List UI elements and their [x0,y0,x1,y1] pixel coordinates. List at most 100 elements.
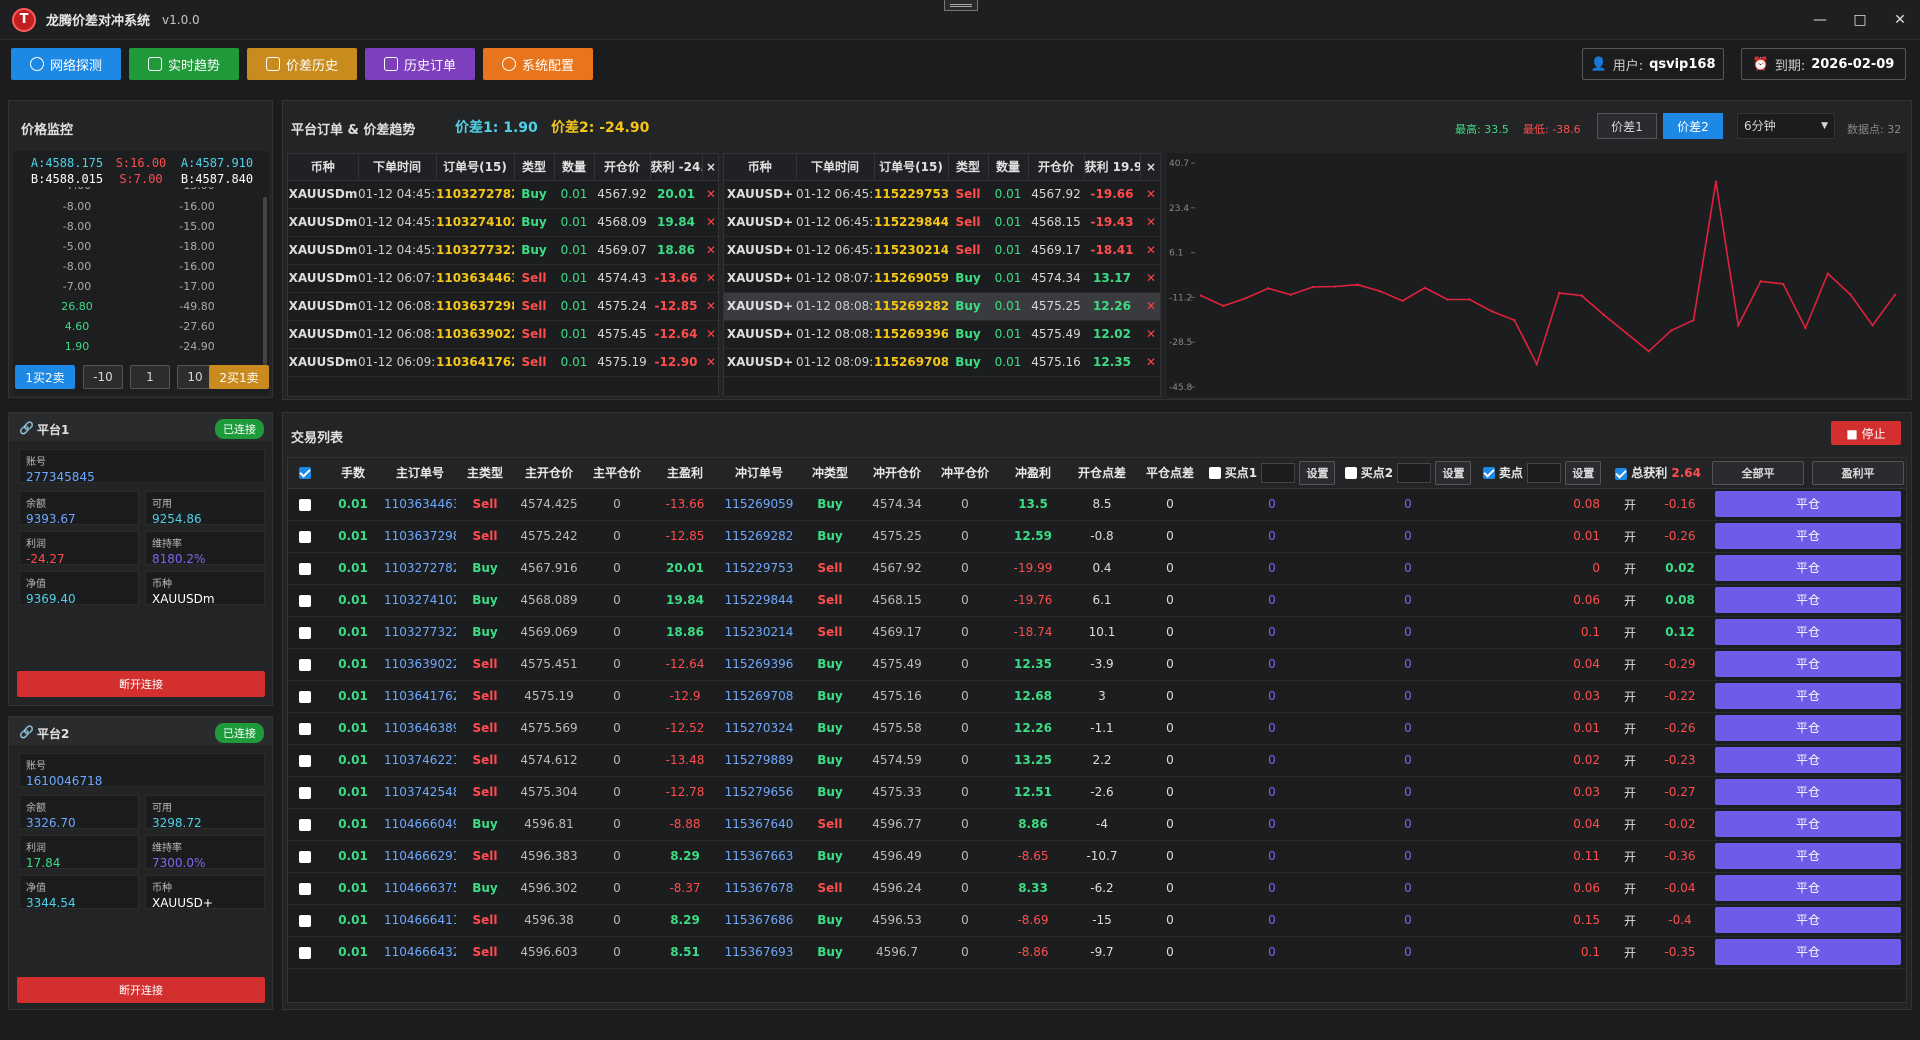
trade-row[interactable]: 0.01 1103646389 Sell 4575.569 0 -12.52 1152703… [288,712,1906,745]
column-header[interactable]: 下单时间 [796,154,875,181]
system-config-button[interactable]: 系统配置 [483,48,593,80]
trade-row[interactable]: 0.01 1103272782 Buy 4567.916 0 20.01 115229753… [288,552,1906,585]
order-history-button[interactable]: 历史订单 [365,48,475,80]
order-row[interactable]: XAUUSD+01-12 06:45:30115229844Sell0.0145… [724,208,1160,237]
trade-row[interactable]: 0.01 1104666411 Sell 4596.38 0 8.29 115367686 B… [288,904,1906,937]
plus-10-button[interactable]: 10 [177,365,213,389]
column-header[interactable]: 开仓价 [594,154,651,181]
buy2-input[interactable] [1397,463,1432,484]
trade-row[interactable]: 0.01 1103274102 Buy 4568.089 0 19.84 115229844… [288,584,1906,617]
row-checkbox[interactable] [299,818,311,831]
row-checkbox[interactable] [299,658,311,671]
close-position-button[interactable]: 平仓 [1715,683,1901,709]
close-order-icon[interactable]: ✕ [706,355,716,369]
trade-row[interactable]: 0.01 1103639022 Sell 4575.451 0 -12.64 1152693… [288,648,1906,681]
row-select[interactable] [288,680,322,713]
period-select[interactable]: 6分钟 ▼ [1737,113,1835,139]
row-checkbox[interactable] [299,626,311,639]
row-checkbox[interactable] [299,882,311,895]
close-profitable-button[interactable]: 盈利平 [1812,460,1904,485]
column-header[interactable]: 订单号(15) [436,154,515,181]
close-order-icon[interactable]: ✕ [706,243,716,257]
row-checkbox[interactable] [299,562,311,575]
close-position-button[interactable]: 平仓 [1715,875,1901,901]
close-order-icon[interactable]: ✕ [1146,299,1156,313]
order-row[interactable]: XAUUSDm01-12 06:08:331103639022Sell0.014… [288,320,718,349]
trade-row[interactable]: 0.01 1103277322 Buy 4569.069 0 18.86 115230214… [288,616,1906,649]
trade-row[interactable]: 0.01 1103742548 Sell 4575.304 0 -12.78 1152796… [288,776,1906,809]
trade-row[interactable]: 0.01 1103637298 Sell 4575.242 0 -12.85 1152692… [288,520,1906,553]
close-all-button[interactable]: 全部平 [1712,460,1804,485]
column-header[interactable]: 币种 [724,154,797,181]
column-header[interactable]: × [1140,154,1160,181]
row-select[interactable] [288,552,322,585]
row-select[interactable] [288,744,322,777]
close-order-icon[interactable]: ✕ [706,327,716,341]
lot-input[interactable]: 1 [130,365,170,389]
row-checkbox[interactable] [299,498,311,511]
close-button[interactable]: ✕ [1880,0,1920,40]
row-checkbox[interactable] [299,690,311,703]
drag-handle[interactable] [944,0,978,11]
order-row[interactable]: XAUUSDm01-12 04:45:111103272782Buy0.0145… [288,180,718,209]
column-header[interactable]: × [702,154,718,181]
order-row[interactable]: XAUUSD+01-12 08:07:42115269059Buy0.01457… [724,264,1160,293]
close-order-icon[interactable]: ✕ [1146,327,1156,341]
column-header[interactable]: 类型 [948,154,989,181]
column-header[interactable]: 数量 [554,154,595,181]
price-list-scrollbar[interactable] [263,197,267,365]
buy1-set-button[interactable]: 设置 [1299,460,1336,485]
row-select[interactable] [288,712,322,745]
row-select[interactable] [288,648,322,681]
order-row[interactable]: XAUUSD+01-12 08:08:17115269282Buy0.01457… [724,292,1160,321]
minus-10-button[interactable]: -10 [83,365,123,389]
row-checkbox[interactable] [299,722,311,735]
trade-row[interactable]: 0.01 1104666291 Sell 4596.383 0 8.29 115367663… [288,840,1906,873]
row-checkbox[interactable] [299,914,311,927]
column-header[interactable]: 币种 [288,154,359,181]
stop-button[interactable]: ■ 停止 [1831,421,1901,445]
close-order-icon[interactable]: ✕ [1146,187,1156,201]
column-header[interactable]: 获利 19.99 [1084,154,1141,181]
row-checkbox[interactable] [299,594,311,607]
buy2-sell1-button[interactable]: 2买1卖 [209,365,269,389]
trade-row[interactable]: 0.01 1104666049 Buy 4596.81 0 -8.88 115367640 S… [288,808,1906,841]
trade-row[interactable]: 0.01 1103746221 Sell 4574.612 0 -13.48 1152798… [288,744,1906,777]
realtime-trend-button[interactable]: 实时趋势 [129,48,239,80]
order-row[interactable]: XAUUSDm01-12 06:07:421103634463Sell0.014… [288,264,718,293]
close-position-button[interactable]: 平仓 [1715,651,1901,677]
sell-checkbox[interactable] [1482,467,1495,480]
close-order-icon[interactable]: ✕ [706,187,716,201]
close-position-button[interactable]: 平仓 [1715,747,1901,773]
tab-spread2[interactable]: 价差2 [1663,113,1723,139]
row-select[interactable] [288,840,322,873]
network-probe-button[interactable]: 网络探测 [11,48,121,80]
row-checkbox[interactable] [299,786,311,799]
column-header[interactable]: 获利 -24.29 [650,154,703,181]
column-header[interactable]: 开仓价 [1028,154,1085,181]
row-select[interactable] [288,808,322,841]
buy1-input[interactable] [1261,463,1296,484]
row-checkbox[interactable] [299,530,311,543]
column-header[interactable]: 下单时间 [358,154,437,181]
platform2-disconnect-button[interactable]: 断开连接 [17,977,265,1003]
row-checkbox[interactable] [299,850,311,863]
close-position-button[interactable]: 平仓 [1715,907,1901,933]
trade-row[interactable]: 0.01 1104666375 Buy 4596.302 0 -8.37 115367678… [288,872,1906,905]
row-checkbox[interactable] [299,946,311,959]
trade-row[interactable]: 0.01 1103634463 Sell 4574.425 0 -13.66 1152690… [288,488,1906,521]
close-order-icon[interactable]: ✕ [1146,243,1156,257]
close-position-button[interactable]: 平仓 [1715,843,1901,869]
column-header[interactable]: 数量 [988,154,1029,181]
close-order-icon[interactable]: ✕ [1146,215,1156,229]
order-row[interactable]: XAUUSDm01-12 06:09:061103641762Sell0.014… [288,348,718,377]
order-row[interactable]: XAUUSD+01-12 08:09:06115269708Buy0.01457… [724,348,1160,377]
close-order-icon[interactable]: ✕ [1146,355,1156,369]
order-row[interactable]: XAUUSDm01-12 04:45:301103274102Buy0.0145… [288,208,718,237]
trade-row[interactable]: 0.01 1103641762 Sell 4575.19 0 -12.9 115269708… [288,680,1906,713]
select-all-checkbox[interactable] [299,467,311,480]
column-header[interactable]: 类型 [514,154,555,181]
row-select[interactable] [288,520,322,553]
close-order-icon[interactable]: ✕ [706,215,716,229]
sell-input[interactable] [1527,463,1562,484]
